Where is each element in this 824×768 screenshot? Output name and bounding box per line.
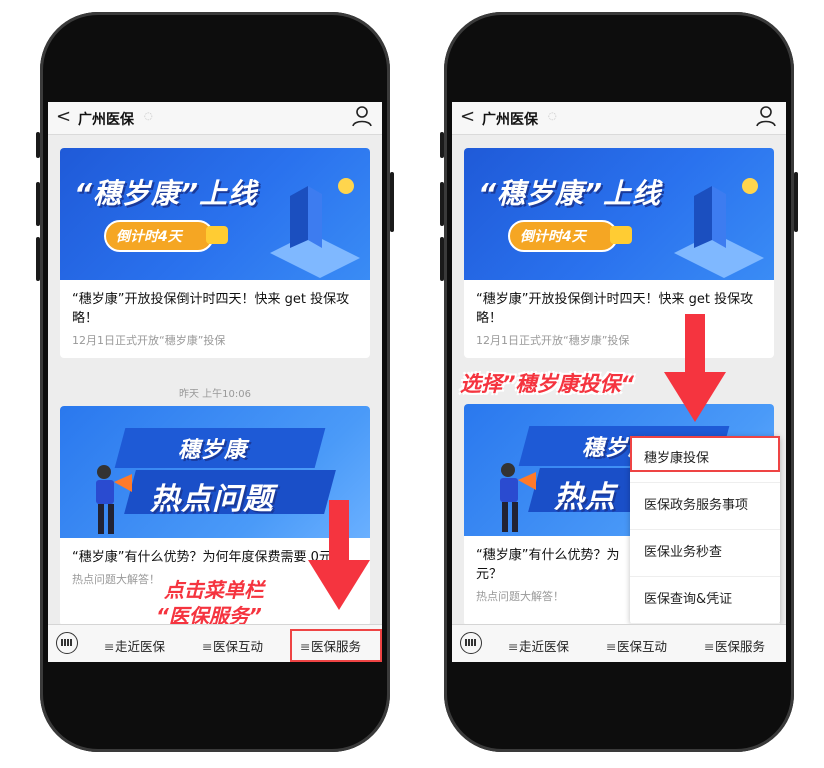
service-menu-popup: 穗岁康投保 医保政务服务事项 医保业务秒查 医保查询&凭证 — [630, 436, 780, 624]
bottom-menu-bar: ≡走近医保 ≡医保互动 ≡医保服务 — [48, 624, 382, 662]
back-icon[interactable]: < — [56, 106, 71, 127]
article-card[interactable]: “穗岁康”上线 倒计时4天 “穗岁康”开放投保倒计时四天！快来 get 投保攻略… — [464, 148, 774, 358]
banner-headline: 穗岁康 — [178, 438, 248, 463]
banner-headline: 热点问题 — [150, 482, 274, 517]
top-bar: < 广州医保 ◌ — [48, 102, 382, 135]
person-megaphone-illustration — [500, 463, 536, 532]
page-title: 广州医保 — [482, 112, 538, 128]
article-title: “穗岁康”开放投保倒计时四天！快来 get 投保攻略！ — [72, 292, 350, 326]
thumbs-up-icon — [206, 226, 228, 244]
popup-item-pingzheng[interactable]: 医保查询&凭证 — [630, 577, 780, 624]
popup-item-zhengwu[interactable]: 医保政务服务事项 — [630, 483, 780, 530]
instruction-annotation: 选择”穗岁康投保“ — [460, 372, 635, 396]
bottom-menu-bar: ≡走近医保 ≡医保互动 ≡医保服务 — [452, 624, 786, 662]
article-subtitle: 12月1日正式开放“穗岁康”投保 — [476, 334, 630, 347]
phone-frame-right: < 广州医保 ◌ “穗岁康”上线 倒计时4天 “穗岁康”开放投保倒计时四天！快来… — [440, 12, 798, 752]
article-banner: “穗岁康”上线 倒计时4天 — [60, 148, 370, 280]
popup-item-miaocha[interactable]: 医保业务秒查 — [630, 530, 780, 577]
banner-headline: “穗岁康”上线 — [478, 177, 662, 210]
person-megaphone-illustration — [96, 465, 132, 534]
countdown-pill: 倒计时4天 — [104, 220, 214, 252]
top-bar: < 广州医保 ◌ — [452, 102, 786, 135]
keyboard-icon[interactable] — [56, 632, 78, 654]
timestamp: 昨天 上午10:06 — [179, 389, 251, 400]
highlight-box — [290, 629, 382, 662]
instruction-annotation: 点击菜单栏 — [164, 578, 264, 602]
profile-icon[interactable] — [756, 105, 776, 127]
phone-frame-left: < 广州医保 ◌ “穗岁康”上线 倒计时4天 “穗岁康”开放投保倒计时四天！快来… — [36, 12, 394, 752]
profile-icon[interactable] — [352, 105, 372, 127]
back-icon[interactable]: < — [460, 106, 475, 127]
wechat-screen: < 广州医保 ◌ “穗岁康”上线 倒计时4天 “穗岁康”开放投保倒计时四天！快来… — [452, 102, 786, 662]
menu-item-zoujin[interactable]: ≡走近医保 — [104, 636, 165, 655]
verified-icon: ◌ — [548, 111, 557, 122]
countdown-pill: 倒计时4天 — [508, 220, 618, 252]
keyboard-icon[interactable] — [460, 632, 482, 654]
building-illustration — [674, 178, 764, 278]
menu-item-hudong[interactable]: ≡医保互动 — [202, 636, 263, 655]
article-subtitle: 12月1日正式开放“穗岁康”投保 — [72, 334, 226, 347]
down-arrow-icon — [308, 500, 370, 610]
banner-headline: “穗岁康”上线 — [74, 177, 258, 210]
menu-item-zoujin[interactable]: ≡走近医保 — [508, 636, 569, 655]
article-card[interactable]: “穗岁康”上线 倒计时4天 “穗岁康”开放投保倒计时四天！快来 get 投保攻略… — [60, 148, 370, 358]
menu-item-hudong[interactable]: ≡医保互动 — [606, 636, 667, 655]
down-arrow-icon — [664, 314, 726, 422]
menu-item-fuwu[interactable]: ≡医保服务 — [704, 636, 765, 655]
highlight-box — [630, 436, 780, 472]
building-illustration — [270, 178, 360, 278]
verified-icon: ◌ — [144, 111, 153, 122]
banner-headline: 热点 — [554, 480, 616, 515]
thumbs-up-icon — [610, 226, 632, 244]
article-title: “穗岁康”开放投保倒计时四天！快来 get 投保攻略！ — [476, 292, 754, 326]
wechat-screen: < 广州医保 ◌ “穗岁康”上线 倒计时4天 “穗岁康”开放投保倒计时四天！快来… — [48, 102, 382, 662]
article-banner: “穗岁康”上线 倒计时4天 — [464, 148, 774, 280]
page-title: 广州医保 — [78, 112, 134, 128]
